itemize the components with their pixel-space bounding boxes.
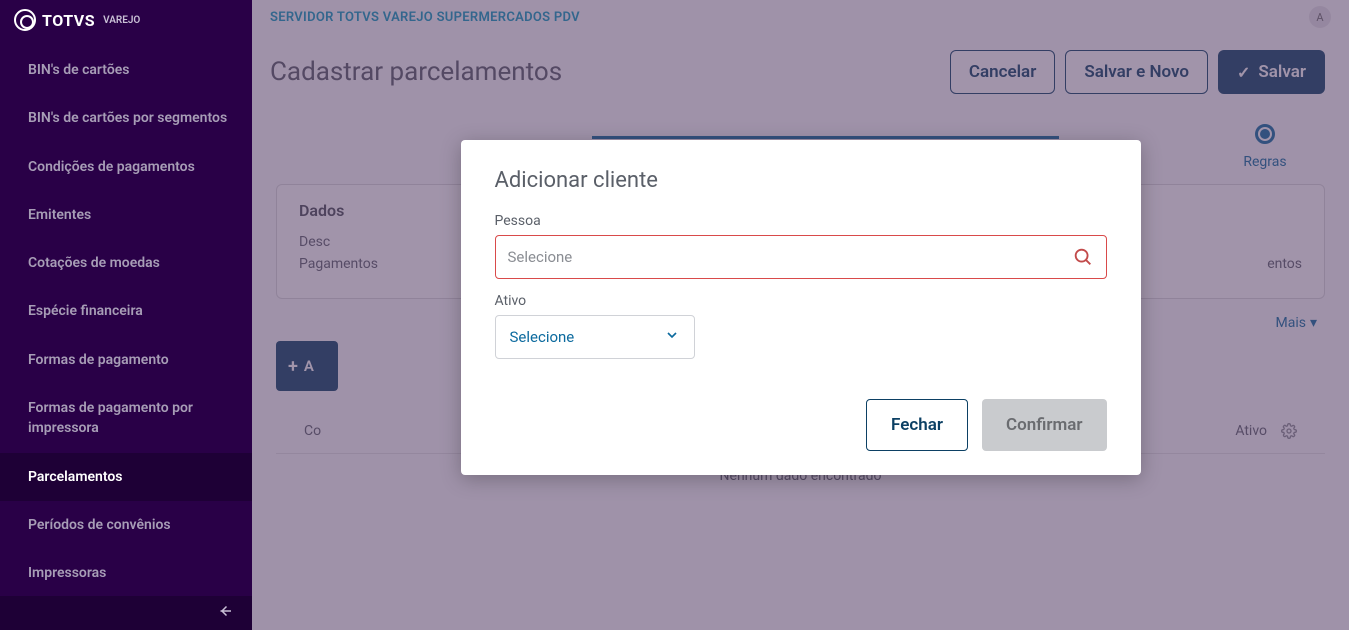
- pessoa-lookup[interactable]: [495, 235, 1107, 279]
- main-content: SERVIDOR TOTVS VAREJO SUPERMERCADOS PDV …: [252, 0, 1349, 630]
- logo-sub: VAREJO: [103, 15, 140, 26]
- pessoa-input[interactable]: [508, 248, 1072, 266]
- field-label-pessoa: Pessoa: [495, 213, 1107, 229]
- close-button[interactable]: Fechar: [866, 399, 968, 451]
- sidebar-item[interactable]: Formas de pagamento: [0, 336, 252, 384]
- sidebar-item[interactable]: BIN's de cartões: [0, 46, 252, 94]
- modal-overlay[interactable]: Adicionar cliente Pessoa Ativo Selecione: [252, 0, 1349, 630]
- sidebar-item[interactable]: Formas de pagamento por impressora: [0, 384, 252, 453]
- sidebar-item[interactable]: Impressoras: [0, 549, 252, 596]
- chevron-left-icon: [216, 602, 234, 625]
- logo-icon: [14, 9, 36, 31]
- search-icon[interactable]: [1072, 246, 1094, 268]
- sidebar-item[interactable]: Períodos de convênios: [0, 501, 252, 549]
- dropdown-placeholder: Selecione: [510, 328, 575, 346]
- add-client-modal: Adicionar cliente Pessoa Ativo Selecione: [461, 140, 1141, 475]
- sidebar-item[interactable]: Condições de pagamentos: [0, 143, 252, 191]
- sidebar-item[interactable]: Emitentes: [0, 191, 252, 239]
- logo-text: TOTVS: [42, 11, 95, 30]
- sidebar-collapse-button[interactable]: [0, 596, 252, 630]
- sidebar: TOTVS VAREJO BIN's de cartõesBIN's de ca…: [0, 0, 252, 630]
- confirm-button[interactable]: Confirmar: [982, 399, 1107, 451]
- modal-title: Adicionar cliente: [495, 168, 1107, 193]
- modal-actions: Fechar Confirmar: [495, 399, 1107, 451]
- sidebar-item[interactable]: Cotações de moedas: [0, 239, 252, 287]
- sidebar-item[interactable]: Parcelamentos: [0, 453, 252, 501]
- sidebar-item[interactable]: Espécie financeira: [0, 287, 252, 335]
- field-label-ativo: Ativo: [495, 293, 1107, 309]
- chevron-down-icon: [664, 327, 680, 347]
- sidebar-item[interactable]: BIN's de cartões por segmentos: [0, 94, 252, 142]
- sidebar-logo: TOTVS VAREJO: [0, 0, 252, 40]
- ativo-dropdown[interactable]: Selecione: [495, 315, 695, 359]
